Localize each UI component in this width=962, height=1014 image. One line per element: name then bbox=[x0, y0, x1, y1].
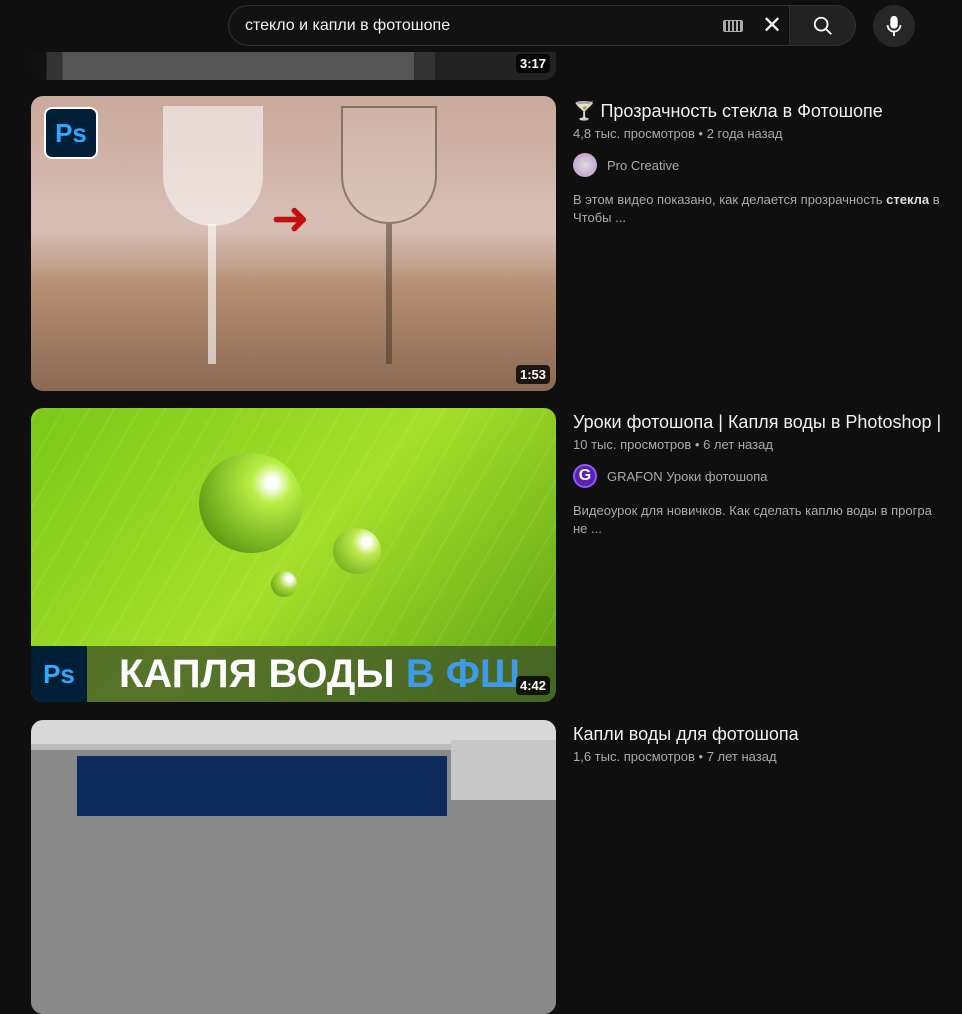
duration-badge: 1:53 bbox=[515, 365, 550, 384]
views: 10 тыс. просмотров bbox=[573, 437, 692, 452]
keyboard-icon[interactable] bbox=[723, 19, 743, 32]
voice-search-button[interactable] bbox=[873, 5, 915, 47]
video-meta: 4,8 тыс. просмотров • 2 года назад bbox=[573, 126, 783, 141]
video-thumbnail[interactable] bbox=[31, 720, 556, 1014]
clear-icon[interactable]: ✕ bbox=[755, 11, 789, 40]
search-input[interactable] bbox=[245, 16, 723, 35]
desc-text: Видеоурок для новичков. Как сделать капл… bbox=[573, 503, 932, 518]
channel-name[interactable]: GRAFON Уроки фотошопа bbox=[607, 469, 768, 484]
age: 2 года назад bbox=[706, 126, 783, 141]
glass-stem bbox=[208, 224, 216, 364]
desc-text: В этом видео показано, как делается проз… bbox=[573, 192, 887, 207]
channel-link[interactable]: Pro Creative bbox=[573, 153, 962, 177]
desc-highlight: стекла bbox=[886, 192, 930, 207]
duration-badge: 3:17 bbox=[515, 54, 550, 73]
channel-link[interactable]: G GRAFON Уроки фотошопа bbox=[573, 464, 962, 488]
panels-preview bbox=[451, 740, 556, 800]
photoshop-logo: Ps bbox=[31, 646, 87, 702]
water-drop-image bbox=[271, 571, 297, 597]
video-info: Капли воды для фотошопа 1,6 тыс. просмот… bbox=[573, 721, 962, 764]
age: 7 лет назад bbox=[706, 749, 777, 764]
microphone-icon bbox=[886, 15, 902, 37]
wine-glass-image bbox=[163, 106, 263, 226]
overlay-text-white: КАПЛЯ ВОДЫ bbox=[119, 651, 406, 696]
top-bar: ✕ bbox=[0, 0, 962, 52]
arrow-icon: ➜ bbox=[271, 192, 310, 244]
search-button[interactable] bbox=[789, 5, 856, 46]
search-box: ✕ bbox=[228, 5, 789, 46]
video-description: В этом видео показано, как делается проз… bbox=[573, 191, 962, 227]
duration-badge: 4:42 bbox=[515, 676, 550, 695]
views: 4,8 тыс. просмотров bbox=[573, 126, 695, 141]
video-description: Видеоурок для новичков. Как сделать капл… bbox=[573, 502, 962, 538]
channel-name[interactable]: Pro Creative bbox=[607, 158, 679, 173]
search-icon bbox=[813, 16, 832, 35]
glass-stem bbox=[386, 224, 392, 364]
video-title[interactable]: Уроки фотошопа | Капля воды в Photoshop … bbox=[573, 409, 962, 435]
video-title[interactable]: Капли воды для фотошопа bbox=[573, 721, 962, 747]
views: 1,6 тыс. просмотров bbox=[573, 749, 695, 764]
title-text: Прозрачность стекла в Фотошопе bbox=[600, 101, 883, 121]
water-drop-image bbox=[199, 453, 303, 553]
video-thumbnail[interactable]: Ps КАПЛЯ ВОДЫ В ФШ 4:42 bbox=[31, 408, 556, 702]
canvas-preview bbox=[77, 756, 447, 816]
video-thumbnail[interactable]: Ps ➜ 1:53 bbox=[31, 96, 556, 391]
age: 6 лет назад bbox=[703, 437, 773, 452]
overlay-text: КАПЛЯ ВОДЫ В ФШ bbox=[119, 652, 520, 697]
photoshop-logo: Ps bbox=[44, 107, 98, 159]
avatar[interactable] bbox=[573, 153, 597, 177]
water-drop-image bbox=[333, 528, 381, 574]
desc-text: не ... bbox=[573, 521, 602, 536]
cocktail-icon: 🍸 bbox=[573, 101, 596, 121]
avatar[interactable]: G bbox=[573, 464, 597, 488]
video-info: 🍸 Прозрачность стекла в Фотошопе 4,8 тыс… bbox=[573, 98, 962, 227]
desc-text: Чтобы ... bbox=[573, 210, 626, 225]
desc-text: в bbox=[929, 192, 940, 207]
overlay-text-blue: В ФШ bbox=[405, 651, 521, 696]
wine-glass-image bbox=[341, 106, 437, 224]
video-meta: 10 тыс. просмотров • 6 лет назад bbox=[573, 437, 773, 452]
title-overlay: Ps КАПЛЯ ВОДЫ В ФШ bbox=[31, 646, 556, 702]
video-title[interactable]: 🍸 Прозрачность стекла в Фотошопе bbox=[573, 98, 962, 124]
video-info: Уроки фотошопа | Капля воды в Photoshop … bbox=[573, 409, 962, 538]
video-meta: 1,6 тыс. просмотров • 7 лет назад bbox=[573, 749, 777, 764]
